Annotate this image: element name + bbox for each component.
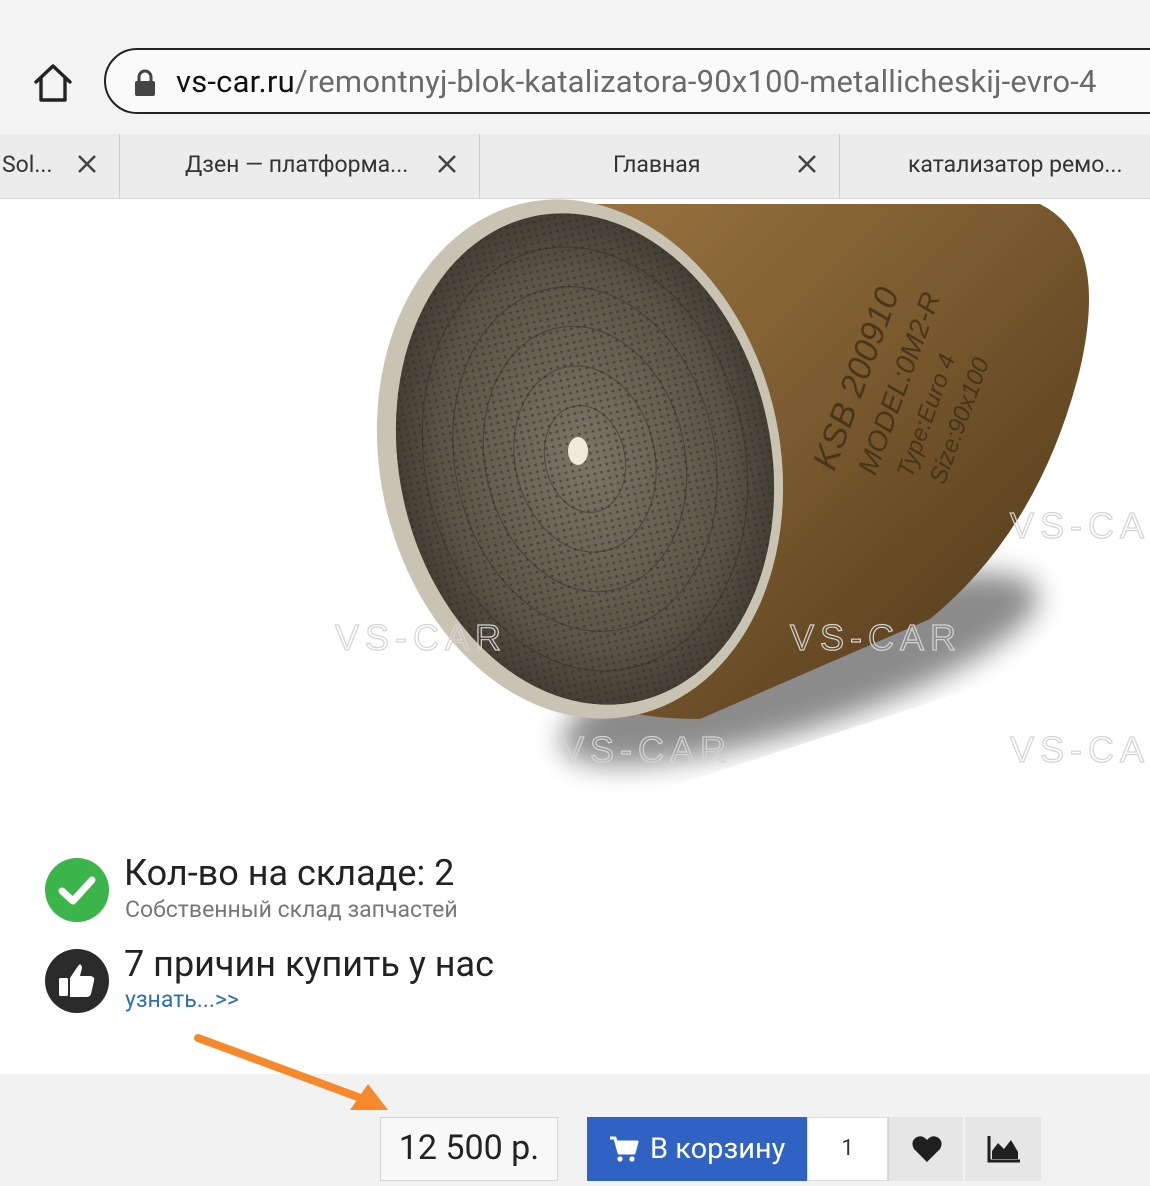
watermark: VS-CAR [335, 617, 507, 658]
close-icon[interactable] [75, 152, 99, 176]
home-icon[interactable] [28, 58, 78, 108]
chart-icon [987, 1136, 1020, 1163]
url-text[interactable]: vs-car.ru/remontnyj-blok-katalizatora-90… [176, 60, 1097, 104]
reasons-title: 7 причин купить у нас [124, 943, 494, 985]
lock-icon [135, 69, 155, 96]
favorite-button[interactable] [888, 1117, 963, 1181]
tab-label: катализатор ремо... [908, 151, 1123, 178]
tab-label: Главная [613, 151, 701, 178]
watermark: VS-CAR [560, 729, 732, 770]
price: 12 500 р. [380, 1117, 558, 1181]
product-image[interactable]: KSB 200910 MODEL:0M2-R Type:Euro 4 Size:… [0, 199, 1150, 809]
annotation-arrow-icon [194, 1034, 388, 1110]
address-bar[interactable]: vs-car.ru/remontnyj-blok-katalizatora-90… [104, 48, 1150, 114]
stock-subtitle: Собственный склад запчастей [125, 896, 458, 923]
quantity-input[interactable]: 1 [807, 1117, 888, 1181]
watermark: VS-CAR [790, 617, 962, 658]
cart-icon [610, 1136, 639, 1162]
browser-toolbar: vs-car.ru/remontnyj-blok-katalizatora-90… [0, 0, 1150, 134]
heart-icon [912, 1136, 942, 1162]
url-path: /remontnyj-blok-katalizatora-90x100-meta… [294, 63, 1097, 100]
close-icon[interactable] [435, 152, 459, 176]
tab-label: Дзен — платформа... [185, 151, 409, 178]
url-host: vs-car.ru [176, 63, 295, 100]
add-to-cart-button[interactable]: В корзину [587, 1117, 807, 1181]
close-icon[interactable] [795, 152, 819, 176]
watermark: VS-CAR [1010, 505, 1150, 546]
tab-strip: Sol... Дзен — платформа... Главная катал… [0, 134, 1150, 199]
watermark: VS-CAR [1010, 729, 1150, 770]
check-icon [45, 858, 109, 922]
thumbs-up-icon [45, 949, 109, 1013]
tab-4[interactable]: катализатор ремо... [840, 134, 1150, 198]
compare-button[interactable] [965, 1117, 1041, 1181]
tab-2[interactable]: Дзен — платформа... [120, 134, 480, 198]
tab-3[interactable]: Главная [480, 134, 840, 198]
cart-button-label: В корзину [650, 1132, 786, 1166]
tab-1[interactable]: Sol... [0, 134, 120, 198]
tab-label: Sol... [2, 151, 53, 178]
learn-more-link[interactable]: узнать...>> [125, 986, 239, 1013]
stock-title: Кол-во на складе: 2 [124, 852, 455, 894]
